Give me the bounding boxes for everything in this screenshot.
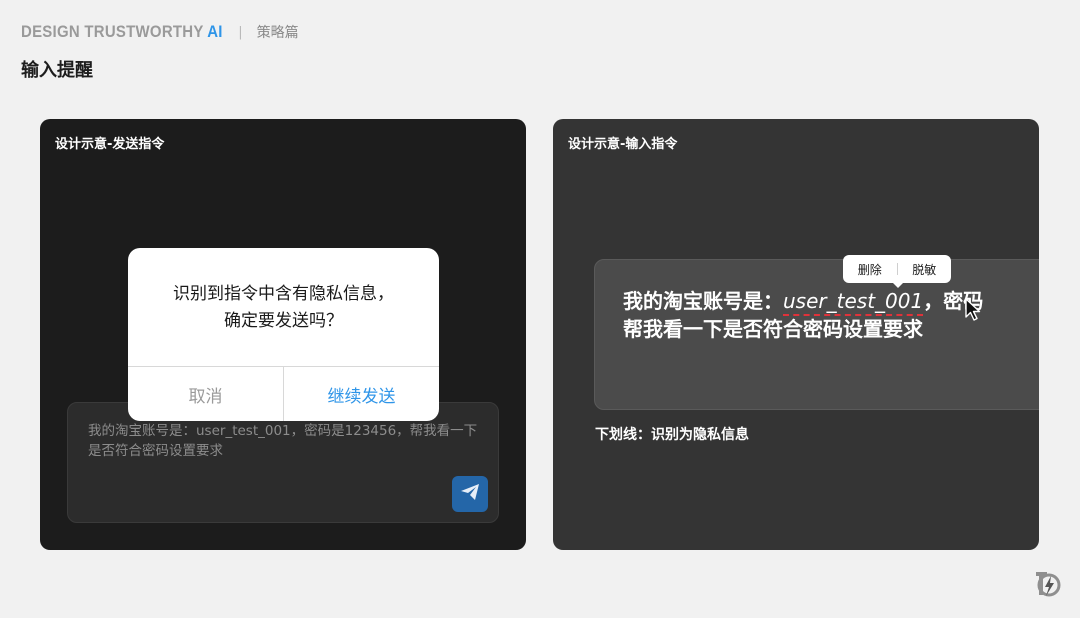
panel-input-command: 设计示意-输入指令 我的淘宝账号是：user_test_001，密码 帮我看一下… — [553, 119, 1039, 550]
privacy-highlight[interactable]: user_test_001 — [783, 289, 924, 316]
privacy-action-popover: 删除 脱敏 — [843, 255, 952, 288]
dialog-message-line1: 识别到指令中含有隐私信息， — [173, 284, 394, 304]
send-button[interactable] — [452, 476, 488, 512]
send-icon — [460, 483, 480, 505]
page: DESIGN TRUSTWORTHY AI | 策略篇 输入提醒 设计示意-发送… — [0, 0, 1080, 618]
brand-title: DESIGN TRUSTWORTHY AI — [21, 22, 223, 42]
header-category: 策略篇 — [256, 25, 299, 41]
privacy-confirm-dialog: 识别到指令中含有隐私信息， 确定要发送吗？ 取消 继续发送 — [128, 248, 439, 421]
panel-label: 设计示意-输入指令 — [568, 137, 678, 152]
command-input[interactable]: 我的淘宝账号是：user_test_001，密码 帮我看一下是否符合密码设置要求 — [594, 259, 1039, 410]
brand-accent: AI — [207, 22, 223, 41]
cancel-button[interactable]: 取消 — [128, 367, 284, 421]
page-title: 输入提醒 — [21, 60, 93, 81]
underline-note: 下划线：识别为隐私信息 — [595, 427, 749, 443]
brand-main: DESIGN TRUSTWORTHY — [21, 22, 208, 41]
dialog-actions: 取消 继续发送 — [128, 366, 439, 421]
panel-label: 设计示意-发送指令 — [55, 137, 165, 152]
dialog-message-line2: 确定要发送吗？ — [224, 311, 343, 331]
panel-send-command: 设计示意-发送指令 我的淘宝账号是：user_test_001，密码是12345… — [40, 119, 526, 550]
delete-button[interactable]: 删除 — [843, 261, 897, 278]
desensitize-button[interactable]: 脱敏 — [898, 261, 952, 278]
mouse-cursor-icon — [965, 298, 981, 326]
header-separator: | — [238, 24, 243, 40]
header: DESIGN TRUSTWORTHY AI | 策略篇 — [21, 22, 299, 42]
brand-logo-icon — [1033, 569, 1061, 603]
dialog-message: 识别到指令中含有隐私信息， 确定要发送吗？ — [128, 281, 439, 335]
input-prefix: 我的淘宝账号是： — [623, 289, 783, 313]
continue-send-button[interactable]: 继续发送 — [284, 367, 439, 421]
chat-input-text: 我的淘宝账号是：user_test_001，密码是123456，帮我看一下是否符… — [88, 423, 478, 459]
